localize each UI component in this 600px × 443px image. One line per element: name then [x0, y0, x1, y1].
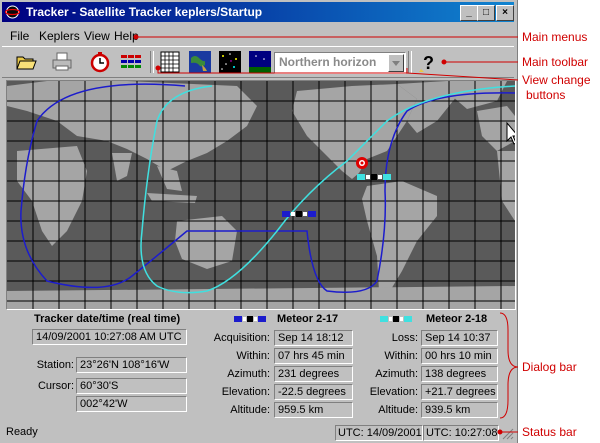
annotation-view-change: View change: [522, 73, 591, 87]
annotation-dialog-bar: Dialog bar: [522, 360, 577, 374]
annotation-leaders: [133, 34, 519, 435]
annotation-view-change-buttons: buttons: [526, 88, 566, 102]
annotation-main-menus: Main menus: [522, 30, 588, 44]
annotation-status-bar: Status bar: [522, 425, 577, 439]
annotation-main-toolbar: Main toolbar: [522, 55, 589, 69]
